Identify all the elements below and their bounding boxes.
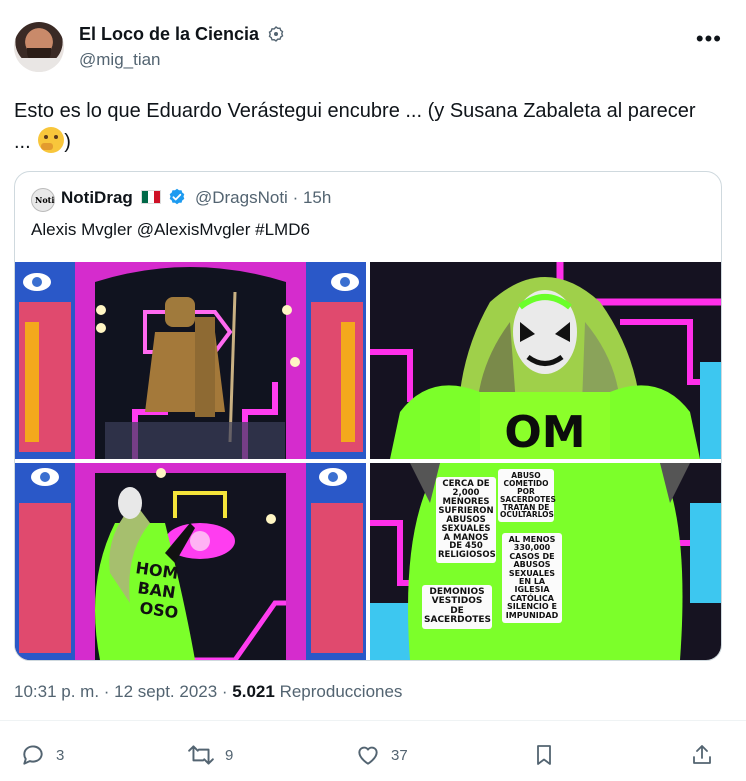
retweet-button[interactable]: 9 [187,740,233,770]
flag-mexico-icon [140,190,161,204]
retweet-count: 9 [225,746,234,764]
media-image-3[interactable]: HOM BAN OSO [15,463,366,660]
media-image-2[interactable]: OM [370,262,721,459]
media-image-1[interactable] [15,262,366,459]
protest-sign-2: ABUSO COMETIDO POR SACERDOTES TRATAN DE … [498,469,556,523]
reply-count: 3 [56,746,65,764]
quote-author-name[interactable]: NotiDrag [61,188,133,207]
author-name-row[interactable]: El Loco de la Ciencia [79,24,284,45]
views-label: Reproducciones [279,682,403,701]
protest-sign-4: DEMONIOS VESTIDOS DE SACERDOTES [422,585,492,629]
media-image-4[interactable]: CERCA DE 2,000 MENORES SUFRIERON ABUSOS … [370,463,721,660]
quote-text: Alexis Mvgler @AlexisMvgler #LMD6 [31,220,310,239]
blue-check-icon [169,188,185,205]
reply-icon [23,745,43,765]
quote-author-handle[interactable]: @DragsNoti [195,188,288,207]
verified-icon [268,26,284,42]
tweet-text-tail: ) [64,131,71,153]
avatar-shirt [14,58,64,72]
tweet-text: Esto es lo que Eduardo Verástegui encubr… [14,96,714,158]
views-count: 5.021 [232,682,275,701]
share-icon [693,745,711,764]
timestamp-text[interactable]: 10:31 p. m. · 12 sept. 2023 · [14,682,232,701]
protest-sign-3: AL MENOS 330,000 CASOS DE ABUSOS SEXUALE… [502,533,562,623]
like-count: 37 [391,746,408,764]
reply-button[interactable]: 3 [20,740,64,770]
quote-time[interactable]: · 15h [293,188,332,207]
retweet-icon [188,745,214,765]
svg-text:OM: OM [504,407,585,458]
share-button[interactable] [690,740,724,770]
bookmark-icon [537,745,551,765]
more-icon[interactable]: ••• [696,26,722,52]
quote-header: NotiDrag @DragsNoti · 15h [61,188,331,208]
protest-sign-1: CERCA DE 2,000 MENORES SUFRIERON ABUSOS … [436,477,496,564]
quoted-tweet[interactable]: Noti NotiDrag @DragsNoti · 15h Alexis Mv… [14,171,722,661]
like-button[interactable]: 37 [355,740,408,770]
author-avatar[interactable] [14,22,64,72]
bookmark-button[interactable] [532,740,566,770]
separator [0,720,746,721]
like-icon [358,746,378,765]
author-name[interactable]: El Loco de la Ciencia [79,24,259,44]
tweet-timestamp[interactable]: 10:31 p. m. · 12 sept. 2023 · 5.021 Repr… [14,682,402,702]
tweet-text-body: Esto es lo que Eduardo Verástegui encubr… [14,100,696,153]
author-handle[interactable]: @mig_tian [79,50,161,70]
media-grid: OM HOM BAN OSO CERCA DE 2,000 MENORES SU… [15,262,721,660]
quote-avatar[interactable]: Noti [31,188,55,212]
thinking-face-emoji [38,127,65,153]
